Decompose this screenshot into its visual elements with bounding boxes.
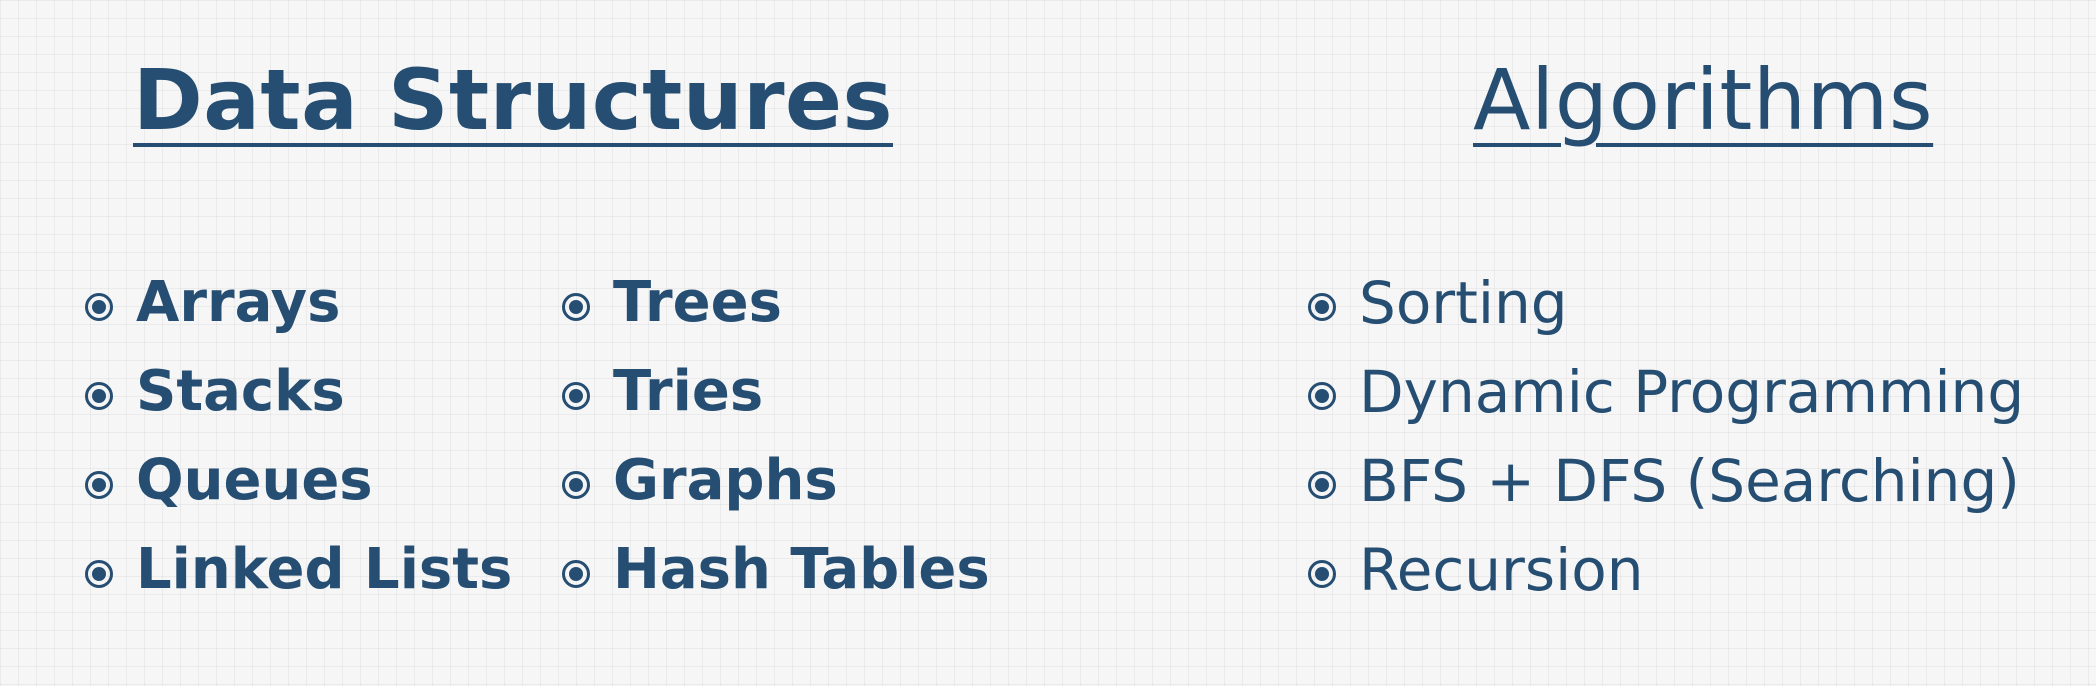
list-item-label: Trees xyxy=(613,269,782,335)
bullet-icon xyxy=(1308,559,1336,588)
bullet-icon xyxy=(85,559,113,588)
bullet-icon xyxy=(1308,381,1336,410)
list-item-label: Arrays xyxy=(136,269,341,335)
list-item: Stacks xyxy=(85,347,512,436)
list-item: Sorting xyxy=(1308,258,2024,347)
list-item: Graphs xyxy=(562,436,990,525)
list-item: Linked Lists xyxy=(85,525,512,614)
bullet-icon xyxy=(562,559,590,588)
bullet-icon xyxy=(1308,292,1336,321)
list-item-label: Linked Lists xyxy=(136,536,513,602)
list-item-label: Hash Tables xyxy=(613,536,990,602)
list-item: Trees xyxy=(562,258,990,347)
list-item: Recursion xyxy=(1308,525,2024,614)
list-item-label: Queues xyxy=(136,447,373,513)
slide: { "data_structures": { "title": "Data St… xyxy=(0,0,2096,686)
data-structures-list-column-1: Arrays Stacks Queues Linked Lists xyxy=(85,258,512,614)
list-item: Tries xyxy=(562,347,990,436)
bullet-icon xyxy=(562,470,590,499)
bullet-icon xyxy=(562,292,590,321)
list-item-label: Dynamic Programming xyxy=(1359,357,2025,426)
list-item-label: BFS + DFS (Searching) xyxy=(1359,446,2020,515)
bullet-icon xyxy=(85,470,113,499)
bullet-icon xyxy=(562,381,590,410)
list-item-label: Tries xyxy=(613,358,764,424)
list-item-label: Recursion xyxy=(1359,535,1644,604)
list-item-label: Graphs xyxy=(613,447,838,513)
list-item: BFS + DFS (Searching) xyxy=(1308,436,2024,525)
algorithms-list: Sorting Dynamic Programming BFS + DFS (S… xyxy=(1308,258,2024,614)
list-item-label: Stacks xyxy=(136,358,345,424)
list-item: Dynamic Programming xyxy=(1308,347,2024,436)
list-item: Queues xyxy=(85,436,512,525)
algorithms-heading: Algorithms xyxy=(1473,51,1934,149)
bullet-icon xyxy=(85,381,113,410)
data-structures-list-column-2: Trees Tries Graphs Hash Tables xyxy=(562,258,990,614)
bullet-icon xyxy=(85,292,113,321)
data-structures-heading: Data Structures xyxy=(133,51,894,149)
list-item: Hash Tables xyxy=(562,525,990,614)
list-item: Arrays xyxy=(85,258,512,347)
list-item-label: Sorting xyxy=(1359,268,1568,337)
bullet-icon xyxy=(1308,470,1336,499)
